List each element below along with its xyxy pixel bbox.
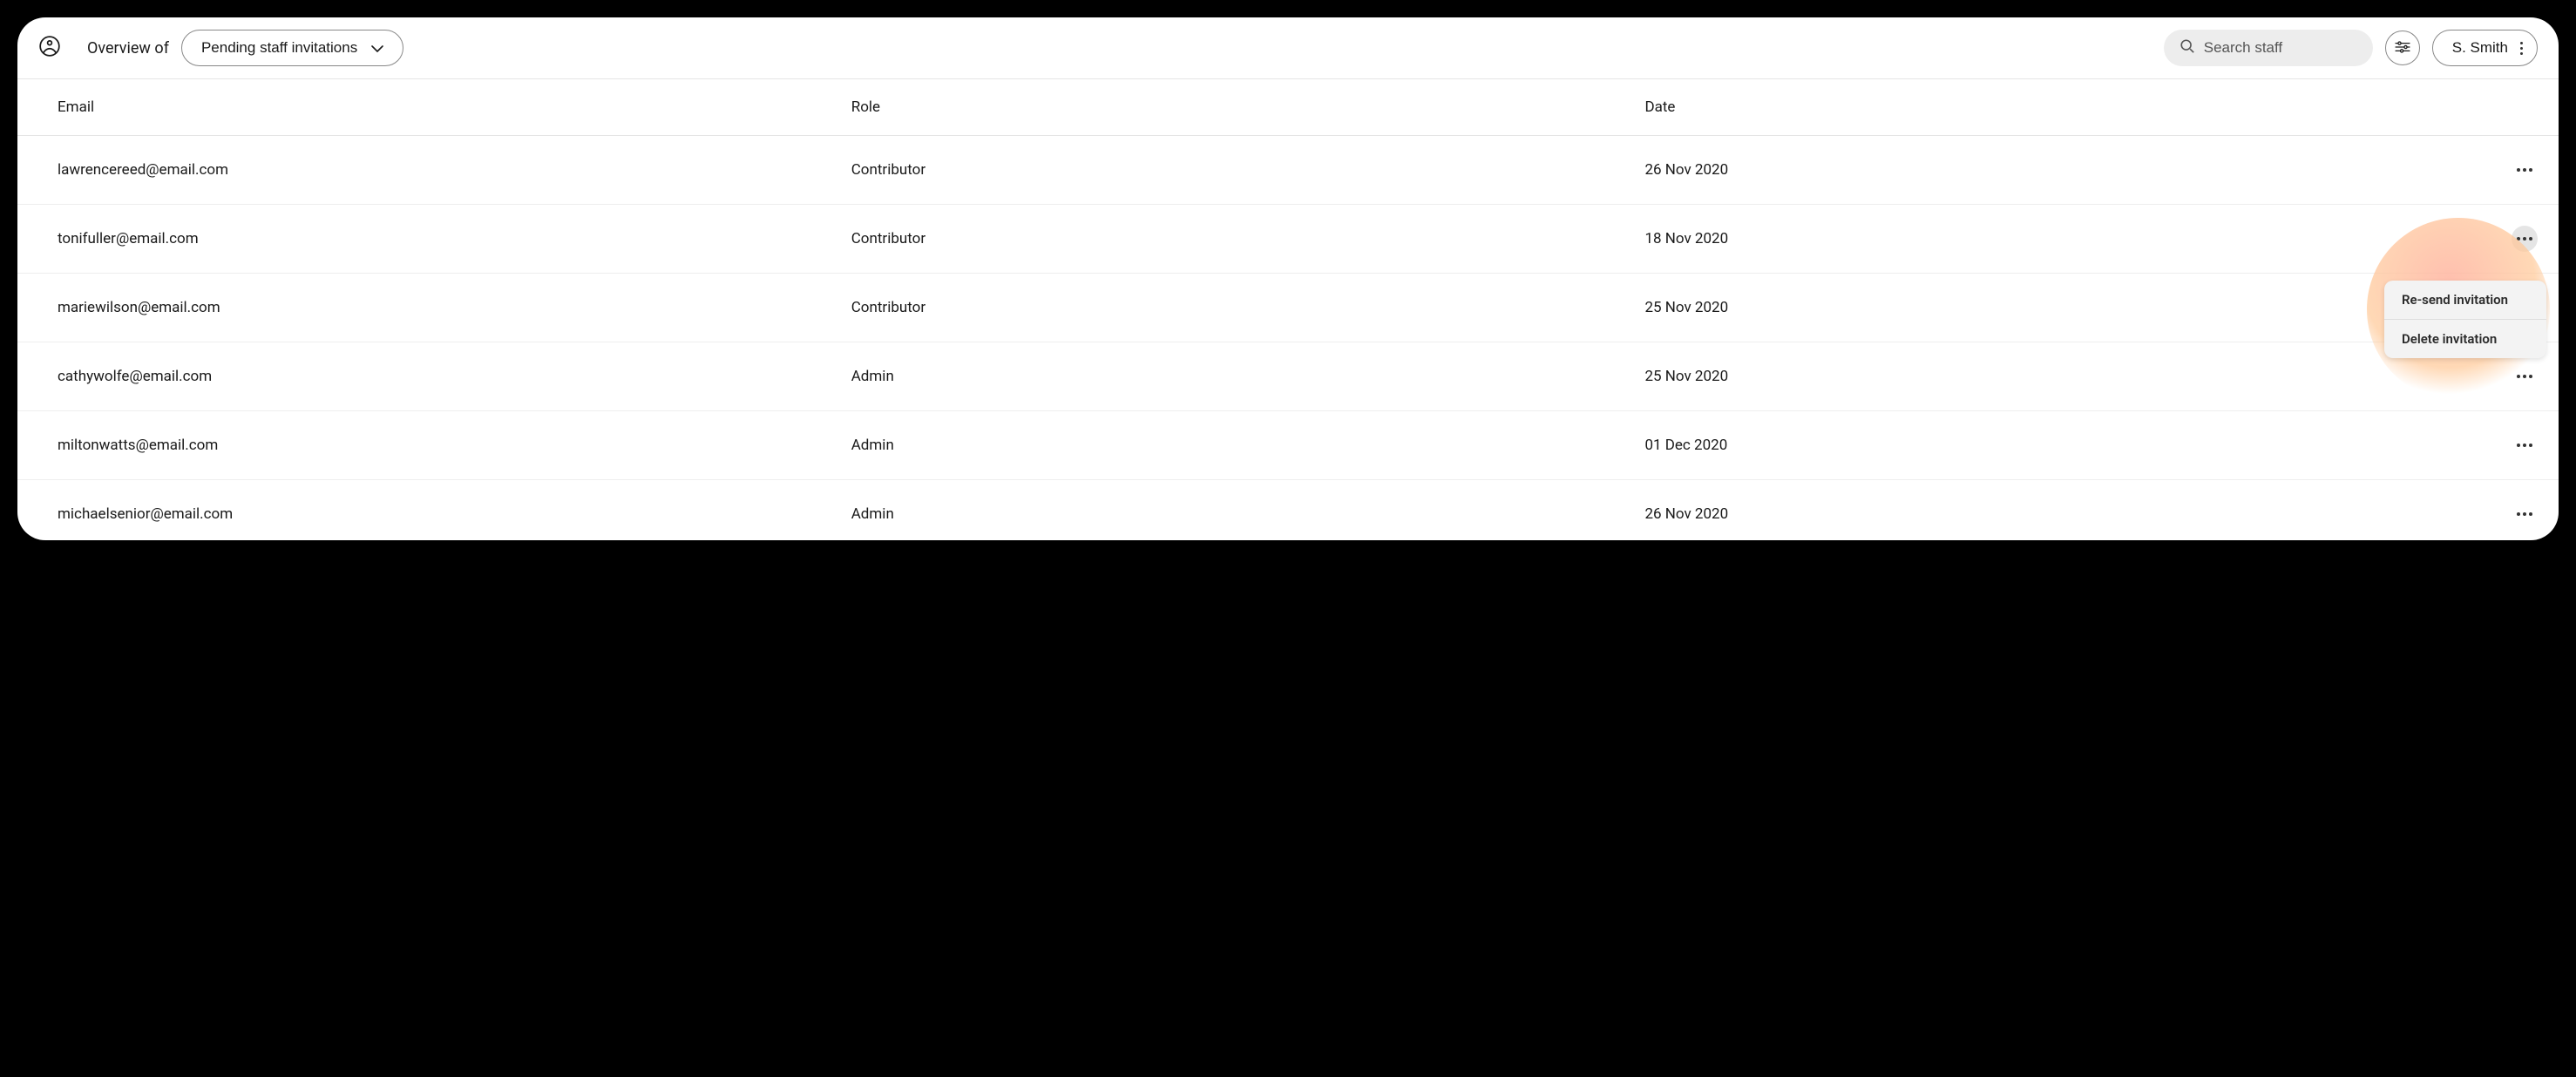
column-header-role: Role xyxy=(851,98,1645,116)
cell-email: michaelsenior@email.com xyxy=(58,505,851,523)
cell-actions xyxy=(2339,226,2538,252)
cell-date: 18 Nov 2020 xyxy=(1644,230,2339,247)
row-actions-button[interactable] xyxy=(2512,501,2538,527)
cell-role: Contributor xyxy=(851,161,1645,179)
row-actions-button[interactable] xyxy=(2512,363,2538,389)
search-icon xyxy=(2179,38,2195,58)
table-row: tonifuller@email.comContributor18 Nov 20… xyxy=(17,205,2559,274)
table-body: lawrencereed@email.comContributor26 Nov … xyxy=(17,136,2559,540)
cell-role: Contributor xyxy=(851,230,1645,247)
filters-button[interactable] xyxy=(2385,30,2420,65)
row-actions-button[interactable] xyxy=(2512,226,2538,252)
cell-actions xyxy=(2339,501,2538,527)
cell-email: tonifuller@email.com xyxy=(58,230,851,247)
brand-logo-icon xyxy=(38,35,61,61)
table-row: michaelsenior@email.comAdmin26 Nov 2020 xyxy=(17,480,2559,540)
cell-actions xyxy=(2339,157,2538,183)
cell-email: cathywolfe@email.com xyxy=(58,368,851,385)
column-header-actions xyxy=(2339,98,2538,116)
resend-invitation-item[interactable]: Re-send invitation xyxy=(2384,281,2546,320)
cell-role: Admin xyxy=(851,505,1645,523)
cell-date: 26 Nov 2020 xyxy=(1644,161,2339,179)
cell-role: Admin xyxy=(851,368,1645,385)
column-header-email: Email xyxy=(58,98,851,116)
table-row: miltonwatts@email.comAdmin01 Dec 2020 xyxy=(17,411,2559,480)
table-row: cathywolfe@email.comAdmin25 Nov 2020 xyxy=(17,342,2559,411)
chevron-down-icon xyxy=(371,39,383,57)
delete-invitation-item[interactable]: Delete invitation xyxy=(2384,320,2546,358)
column-header-date: Date xyxy=(1644,98,2339,116)
cell-actions xyxy=(2339,363,2538,389)
row-context-menu: Re-send invitation Delete invitation xyxy=(2384,281,2546,358)
more-vertical-icon xyxy=(2520,42,2523,55)
view-dropdown-button[interactable]: Pending staff invitations xyxy=(181,30,403,66)
cell-role: Contributor xyxy=(851,299,1645,316)
search-input[interactable] xyxy=(2204,39,2357,57)
user-menu-button[interactable]: S. Smith xyxy=(2432,30,2538,66)
cell-date: 25 Nov 2020 xyxy=(1644,368,2339,385)
app-window: Overview of Pending staff invitations xyxy=(17,17,2559,540)
cell-date: 01 Dec 2020 xyxy=(1644,437,2339,454)
cell-email: mariewilson@email.com xyxy=(58,299,851,316)
overview-label: Overview of xyxy=(87,39,169,58)
table-row: lawrencereed@email.comContributor26 Nov … xyxy=(17,136,2559,205)
cell-email: lawrencereed@email.com xyxy=(58,161,851,179)
row-actions-button[interactable] xyxy=(2512,432,2538,458)
user-name-label: S. Smith xyxy=(2452,39,2508,57)
cell-role: Admin xyxy=(851,437,1645,454)
cell-date: 25 Nov 2020 xyxy=(1644,299,2339,316)
header-bar: Overview of Pending staff invitations xyxy=(17,17,2559,78)
cell-email: miltonwatts@email.com xyxy=(58,437,851,454)
table-row: mariewilson@email.comContributor25 Nov 2… xyxy=(17,274,2559,342)
cell-actions xyxy=(2339,432,2538,458)
sliders-icon xyxy=(2395,41,2410,56)
cell-date: 26 Nov 2020 xyxy=(1644,505,2339,523)
search-box[interactable] xyxy=(2164,30,2373,66)
row-actions-button[interactable] xyxy=(2512,157,2538,183)
table-header: Email Role Date xyxy=(17,78,2559,136)
view-dropdown-label: Pending staff invitations xyxy=(201,39,357,57)
